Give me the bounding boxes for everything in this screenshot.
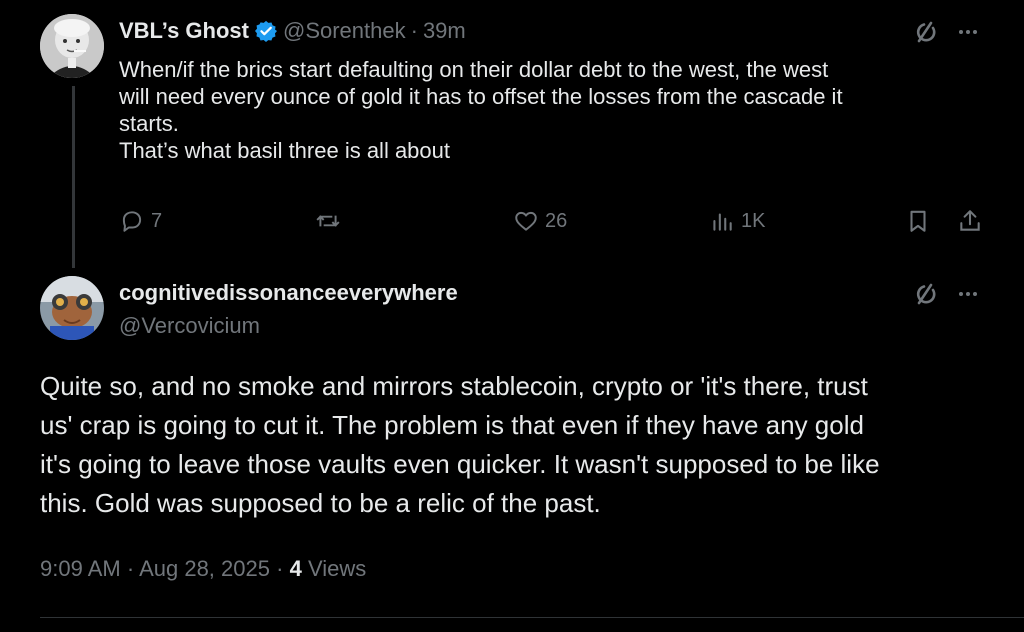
repost-button[interactable] (315, 203, 341, 239)
heart-icon (515, 211, 537, 231)
share-icon (960, 210, 980, 231)
post-date[interactable]: Aug 28, 2025 (139, 556, 270, 581)
text-line: When/if the brics start defaulting on th… (119, 57, 829, 82)
views-count: 4 (289, 556, 302, 581)
handle[interactable]: @Sorenthek (283, 18, 406, 44)
display-name[interactable]: VBL’s Ghost (119, 18, 249, 44)
tweet2-text: Quite so, and no smoke and mirrors stabl… (40, 367, 1000, 523)
text-line: That’s what basil three is all about (119, 138, 450, 163)
grok-icon[interactable] (912, 18, 940, 46)
separator: · (276, 556, 284, 581)
separator: · (126, 556, 135, 581)
text-line: starts. (119, 111, 179, 136)
post-time[interactable]: 9:09 AM (40, 556, 121, 581)
separator: · (410, 18, 418, 43)
more-options-icon[interactable] (954, 280, 982, 308)
action-bar: 7 26 1K (119, 203, 999, 239)
more-options-icon[interactable] (954, 18, 982, 46)
timestamp[interactable]: 39m (423, 18, 466, 44)
text-line: this. Gold was supposed to be a relic of… (40, 488, 601, 518)
bookmark-button[interactable] (905, 203, 931, 239)
analytics-icon (713, 213, 732, 231)
repost-icon (316, 215, 340, 227)
divider (40, 617, 1024, 618)
bookmark-icon (910, 210, 926, 232)
share-button[interactable] (957, 203, 983, 239)
text-line: it's going to leave those vaults even qu… (40, 449, 880, 479)
avatar-image (40, 14, 104, 78)
tweet1-header: VBL’s Ghost @Sorenthek · 39m (119, 16, 466, 46)
views-count: 1K (741, 209, 766, 232)
text-line: will need every ounce of gold it has to … (119, 84, 843, 109)
views-button[interactable]: 1K (709, 203, 765, 239)
grok-icon[interactable] (912, 280, 940, 308)
display-name[interactable]: cognitivedissonanceeverywhere (119, 280, 458, 306)
text-line: us' crap is going to cut it. The problem… (40, 410, 864, 440)
text-line: Quite so, and no smoke and mirrors stabl… (40, 371, 868, 401)
handle[interactable]: @Vercovicium (119, 313, 260, 339)
like-button[interactable]: 26 (513, 203, 567, 239)
tweet1-text: When/if the brics start defaulting on th… (119, 56, 999, 164)
views-label: Views (307, 556, 367, 581)
reply-icon (122, 211, 142, 232)
verified-badge-icon (254, 20, 277, 42)
thread-line (72, 86, 75, 268)
tweet-meta: 9:09 AM · Aug 28, 2025 · 4 Views (40, 556, 366, 582)
avatar[interactable] (40, 14, 104, 78)
like-count: 26 (545, 209, 568, 232)
avatar[interactable] (40, 276, 104, 340)
avatar-image (40, 276, 104, 340)
reply-count: 7 (151, 209, 163, 232)
reply-button[interactable]: 7 (119, 203, 162, 239)
